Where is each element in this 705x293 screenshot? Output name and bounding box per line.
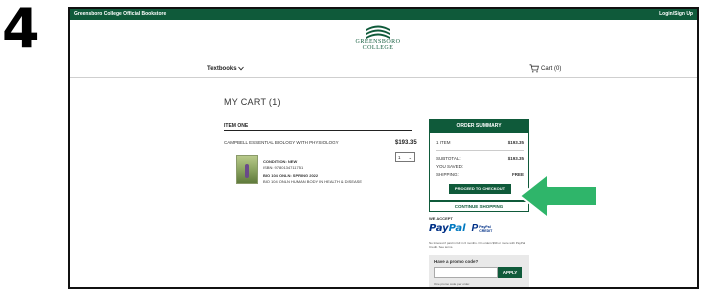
summary-divider [436,150,524,151]
shipping-label: SHIPPING: [436,172,459,177]
college-logo-icon [366,25,390,39]
cart-link[interactable]: Cart (0) [529,64,561,73]
item-heading: ITEM ONE [224,123,249,129]
promo-question: Have a promo code? [434,259,479,264]
items-total: $193.35 [507,140,524,145]
apply-promo-button[interactable]: APPLY [498,267,522,278]
item-course-desc: BIO 104 ONLN HUMAN BODY IN HEALTH & DISE… [263,179,362,184]
login-link[interactable]: Login/Sign Up [659,9,693,20]
page-title: MY CART (1) [224,97,281,107]
book-cover-image[interactable] [236,155,258,184]
logo-line-2: COLLEGE [362,45,394,51]
order-summary-panel: ORDER SUMMARY 1 ITEM $193.35 SUBTOTAL: $… [429,119,529,201]
summary-items-row: 1 ITEM $193.35 [436,140,524,145]
summary-subtotal-row: SUBTOTAL: $193.35 [436,156,524,161]
continue-shopping-button[interactable]: CONTINUE SHOPPING [429,201,529,212]
promo-note: One promo code per order. [434,282,471,286]
top-bar: Greensboro College Official Bookstore Lo… [70,9,697,20]
textbooks-menu[interactable]: Textbooks [207,66,245,73]
item-divider [224,130,412,131]
store-name[interactable]: Greensboro College Official Bookstore [74,9,166,20]
paypal-fine-print: No Interest if paid in full in 6 months.… [429,241,526,249]
college-logo[interactable]: GREENSBORO COLLEGE [348,23,408,51]
cart-label: Cart (0) [541,65,562,72]
arrow-left-icon [519,173,598,219]
paypal-p-icon: P [471,223,479,234]
book-title[interactable]: CAMPBELL ESSENTIAL BIOLOGY WITH PHYSIOLO… [224,140,339,145]
textbooks-label: Textbooks [207,66,237,73]
paypal-credit-text: PayPal CREDIT [479,225,492,233]
item-details: CONDITION: NEW ISBN: 9780134711751 BIO 1… [263,159,362,185]
summary-saved-row: YOU SAVED: [436,164,524,169]
item-price: $193.35 [395,140,417,146]
chevron-down-icon: ⌄ [408,155,412,160]
saved-label: YOU SAVED: [436,164,464,169]
credit-line-2: CREDIT [479,228,493,233]
subtotal-value: $193.35 [507,156,524,161]
paypal-pal: Pal [448,223,466,234]
proceed-to-checkout-button[interactable]: PROCEED TO CHECKOUT [449,184,511,194]
payment-logos: PayPal P PayPal CREDIT [429,223,492,234]
browser-page: Greensboro College Official Bookstore Lo… [68,7,699,289]
paypal-pay: Pay [429,223,449,234]
subtotal-label: SUBTOTAL: [436,156,461,161]
chevron-down-icon [238,66,245,71]
promo-code-input[interactable] [434,267,498,278]
we-accept-label: WE ACCEPT [429,216,453,221]
items-count: 1 ITEM [436,140,451,145]
summary-shipping-row: SHIPPING: FREE [436,172,524,177]
promo-code-box: Have a promo code? APPLY One promo code … [429,255,529,287]
step-number: 4 [2,0,40,60]
nav-divider [70,77,697,78]
quantity-select[interactable]: 1 ⌄ [395,152,415,162]
paypal-logo: PayPal [429,223,466,234]
cart-icon [529,64,539,73]
quantity-value: 1 [398,155,401,160]
paypal-credit-logo: P PayPal CREDIT [472,223,493,234]
order-summary-header: ORDER SUMMARY [430,120,528,133]
